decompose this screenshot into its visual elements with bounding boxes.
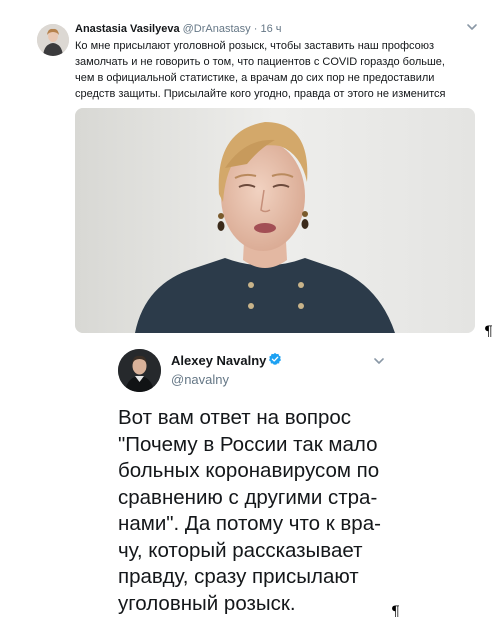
tweet-text-line: чем в официальной статистике, а врачам д… [75, 72, 435, 84]
author-handle[interactable]: @navalny [171, 372, 229, 387]
tweet-text: Ко мне присылают уголовной розыск, чтобы… [75, 38, 485, 102]
chevron-down-icon[interactable] [373, 356, 385, 366]
tweet-text-line: больных коронавирусом по [118, 459, 380, 482]
pilcrow-mark: ¶ [484, 324, 493, 340]
video-frame-image [75, 108, 475, 333]
separator-dot: · [253, 23, 258, 35]
author-name[interactable]: Alexey Navalny [171, 353, 266, 368]
tweet-video[interactable] [75, 108, 475, 333]
author-name[interactable]: Anastasia Vasilyeva [75, 23, 180, 35]
tweet-text-line: Ко мне присылают уголовной розыск, чтобы… [75, 40, 435, 52]
tweet-text-line: чу, который рассказывает [118, 538, 363, 562]
pilcrow-mark: ¶ [391, 604, 400, 620]
tweet-text-line: уголовный розыск. [118, 591, 296, 615]
tweet-timestamp[interactable]: 16 ч [260, 23, 281, 35]
tweet-text: Вот вам ответ на вопрос "Почему в России… [118, 405, 403, 617]
verified-badge-icon [268, 352, 282, 365]
chevron-down-icon[interactable] [466, 22, 478, 32]
tweet-text-line: замолчать и не говорить о том, что пацие… [75, 56, 445, 68]
tweet-text-line: сравнению с другими стра- [118, 485, 378, 509]
tweet-text-line: Вот вам ответ на вопрос [118, 406, 351, 429]
avatar-photo [118, 349, 161, 392]
avatar-photo [37, 24, 69, 56]
tweet-header: Anastasia Vasilyeva @DrAnastasy · 16 ч [75, 22, 282, 36]
tweet-text-line: нами". Да потому что к вра- [118, 512, 381, 535]
author-handle[interactable]: @DrAnastasy [183, 23, 251, 35]
tweet-text-line: средств защиты. Присылайте кого угодно, … [75, 88, 446, 100]
tweet-text-line: правду, сразу присылают [118, 565, 359, 588]
author-avatar[interactable] [37, 24, 69, 56]
author-avatar[interactable] [118, 349, 161, 392]
tweet-text-line: "Почему в России так мало [118, 432, 378, 456]
